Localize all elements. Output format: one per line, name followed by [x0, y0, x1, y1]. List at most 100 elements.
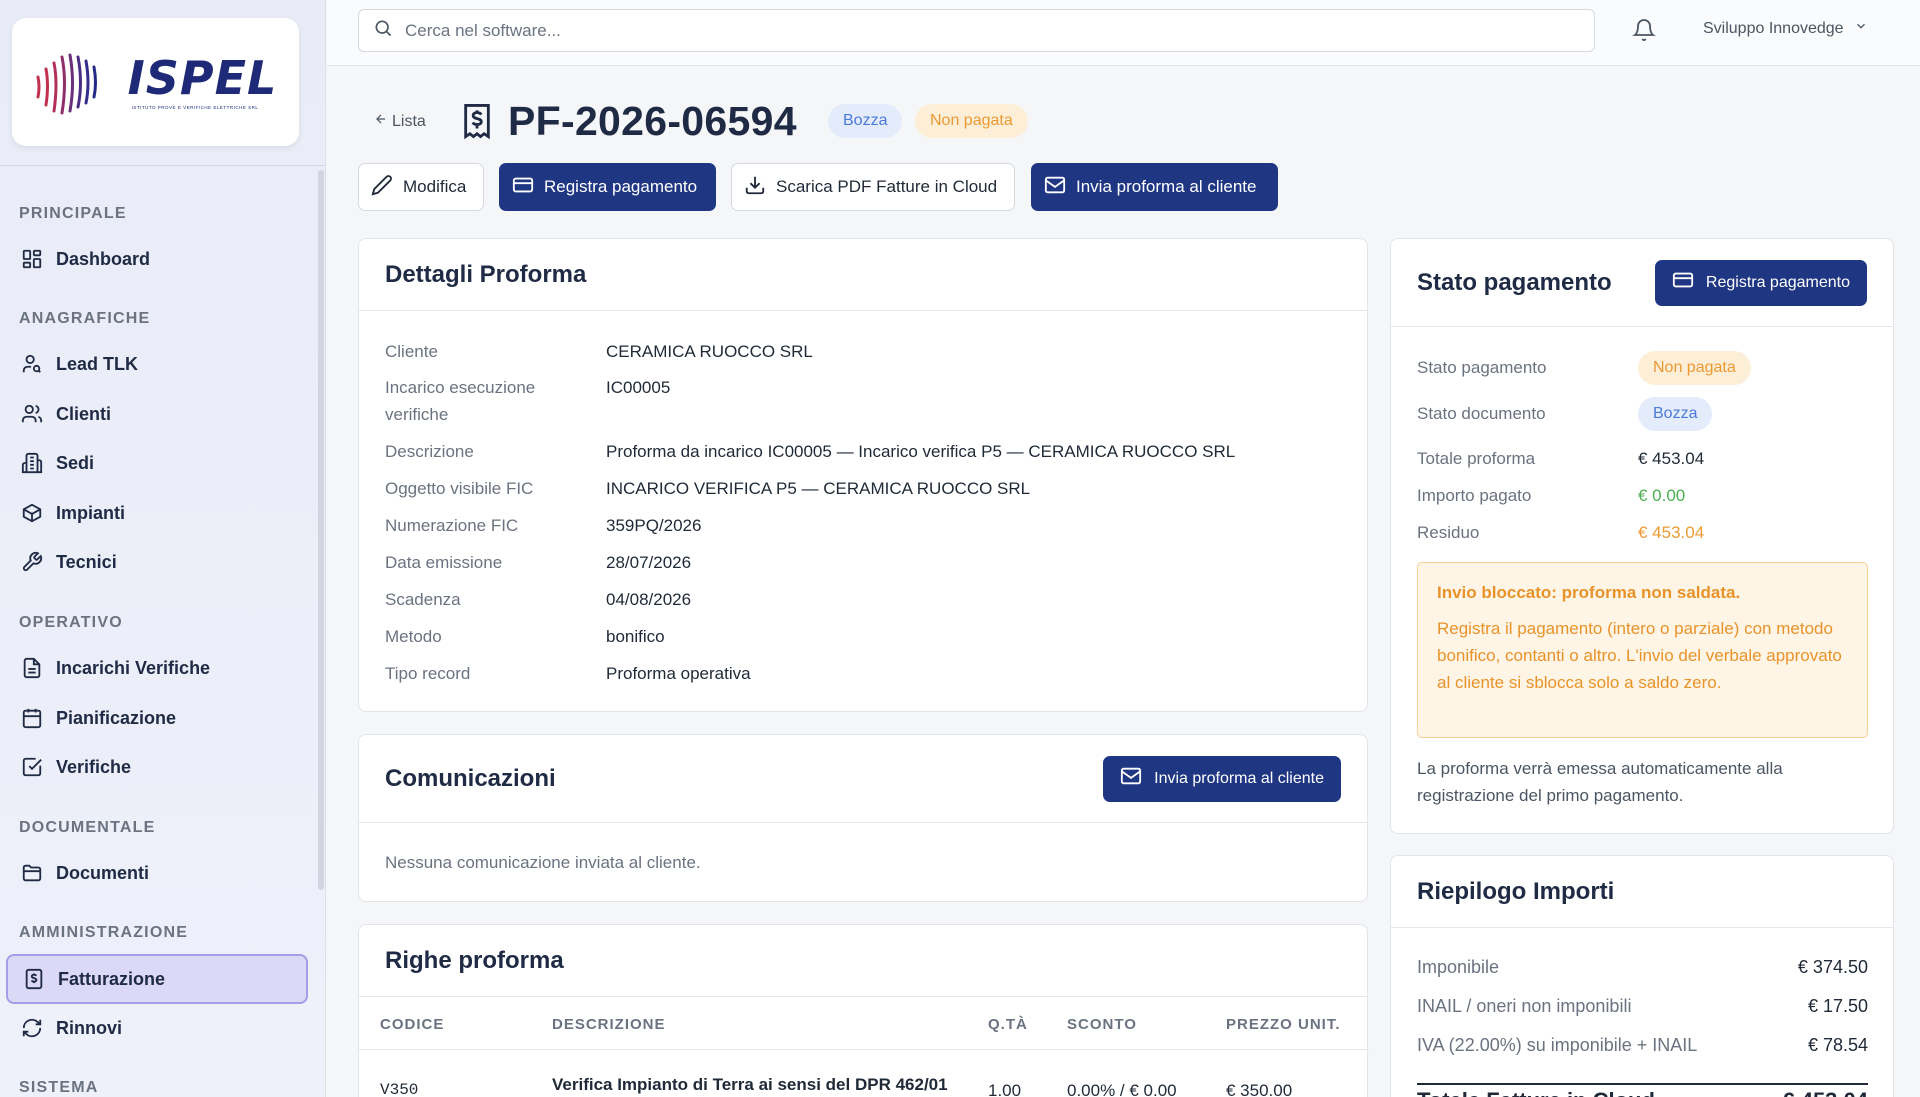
- detail-row: Metodo bonifico: [385, 623, 665, 650]
- sidebar-item-verifiche[interactable]: Verifiche: [6, 743, 308, 791]
- column-header[interactable]: Q.TÀ: [988, 1016, 1028, 1033]
- sidebar: ISPEL ISTITUTO PROVE E VERIFICHE ELETTRI…: [0, 0, 326, 1097]
- summary-title: Riepilogo Importi: [1417, 877, 1615, 905]
- payment-status-title: Stato pagamento: [1417, 268, 1612, 296]
- payment-row: Totale proforma € 453.04: [1417, 449, 1704, 469]
- sidebar-item-rinnovi[interactable]: Rinnovi: [6, 1004, 308, 1052]
- detail-row: Cliente CERAMICA RUOCCO SRL: [385, 338, 813, 365]
- sidebar-item-fatturazione[interactable]: Fatturazione: [6, 954, 308, 1004]
- summary-divider: [1417, 1083, 1868, 1085]
- payment-label: Stato documento: [1417, 404, 1546, 423]
- search-box[interactable]: [358, 9, 1595, 52]
- invoice-icon: [460, 102, 494, 140]
- page-title: PF-2026-06594: [508, 98, 797, 144]
- table-header: CODICE DESCRIZIONE Q.TÀ SCONTO PREZZO UN…: [359, 997, 1369, 1050]
- chevron-down-icon: [1854, 19, 1868, 38]
- table-row[interactable]: V350 Verifica Impianto di Terra ai sensi…: [359, 1051, 1369, 1097]
- sidebar-item-label: Incarichi Verifiche: [56, 657, 211, 678]
- user-search-icon: [21, 353, 43, 375]
- summary-total-row: Totale Fatture in Cloud € 453.04: [1417, 1088, 1868, 1097]
- mail-icon: [1120, 765, 1142, 792]
- search-icon: [373, 18, 393, 43]
- sidebar-item-clienti[interactable]: Clienti: [6, 390, 308, 438]
- detail-label: Incarico esecuzione verifiche: [385, 378, 536, 424]
- file-icon: [21, 657, 43, 679]
- detail-row: Incarico esecuzione verifiche IC00005: [385, 374, 670, 428]
- payment-row: Stato pagamento Non pagata: [1417, 351, 1751, 385]
- paid-value: € 0.00: [1638, 486, 1686, 505]
- nav-section-anagrafiche: ANAGRAFICHE: [19, 310, 151, 327]
- detail-row: Data emissione 28/07/2026: [385, 549, 691, 576]
- sidebar-item-label: Tecnici: [56, 551, 117, 572]
- user-name: Sviluppo Innovedge: [1703, 19, 1844, 37]
- summary-value: € 374.50: [1797, 957, 1868, 977]
- detail-label: Scadenza: [385, 590, 461, 609]
- send-proforma-button[interactable]: Invia proforma al cliente: [1031, 163, 1278, 211]
- status-badge-document: Bozza: [1638, 397, 1713, 431]
- column-header[interactable]: DESCRIZIONE: [552, 1016, 666, 1033]
- payment-note: La proforma verrà emessa automaticamente…: [1417, 759, 1783, 805]
- sidebar-item-pianificazione[interactable]: Pianificazione: [6, 694, 308, 742]
- communications-empty-text: Nessuna comunicazione inviata al cliente…: [385, 853, 701, 872]
- search-input[interactable]: [405, 20, 1555, 41]
- sidebar-item-incarichi-verifiche[interactable]: Incarichi Verifiche: [6, 644, 308, 692]
- detail-value: 359PQ/2026: [606, 516, 702, 535]
- edit-button[interactable]: Modifica: [358, 163, 484, 211]
- details-card: Dettagli Proforma Cliente CERAMICA RUOCCO…: [358, 238, 1368, 712]
- summary-total-value: € 453.04: [1782, 1088, 1868, 1097]
- column-header[interactable]: PREZZO UNIT.: [1226, 1016, 1341, 1033]
- sidebar-item-lead-tlk[interactable]: Lead TLK: [6, 340, 308, 388]
- sidebar-item-dashboard[interactable]: Dashboard: [6, 235, 308, 283]
- user-menu[interactable]: Sviluppo Innovedge: [1703, 19, 1868, 38]
- sidebar-item-label: Pianificazione: [56, 707, 177, 728]
- detail-label: Tipo record: [385, 664, 471, 683]
- status-badge-payment: Non pagata: [1638, 351, 1751, 385]
- nav-section-principale: PRINCIPALE: [19, 205, 127, 222]
- nav-section-sistema: SISTEMA: [19, 1079, 99, 1096]
- register-payment-button[interactable]: Registra pagamento: [499, 163, 716, 211]
- detail-value: Proforma operativa: [606, 664, 751, 683]
- back-link[interactable]: Lista: [374, 112, 426, 131]
- detail-row: Numerazione FIC 359PQ/2026: [385, 512, 701, 539]
- detail-row: Scadenza 04/08/2026: [385, 586, 691, 613]
- sidebar-item-impianti[interactable]: Impianti: [6, 489, 308, 537]
- register-payment-button[interactable]: Registra pagamento: [1654, 259, 1867, 306]
- sidebar-item-label: Documenti: [56, 862, 150, 883]
- sidebar-item-tecnici[interactable]: Tecnici: [6, 538, 308, 586]
- logo-card[interactable]: ISPEL ISTITUTO PROVE E VERIFICHE ELETTRI…: [12, 18, 299, 146]
- payment-label: Totale proforma: [1417, 449, 1536, 468]
- edit-button-label: Modifica: [403, 177, 467, 196]
- download-pdf-button[interactable]: Scarica PDF Fatture in Cloud: [731, 163, 1015, 211]
- sidebar-scrollbar[interactable]: [318, 170, 324, 890]
- arrow-left-icon: [374, 112, 388, 131]
- dashboard-icon: [21, 248, 43, 270]
- summary-card: Riepilogo Importi Imponibile € 374.50 INA…: [1390, 855, 1894, 1097]
- nav-section-amministrazione: AMMINISTRAZIONE: [19, 924, 189, 941]
- sidebar-divider: [0, 165, 326, 166]
- wrench-icon: [21, 551, 43, 573]
- download-pdf-label: Scarica PDF Fatture in Cloud: [776, 177, 998, 196]
- credit-card-icon: [1672, 269, 1694, 296]
- send-proforma-button[interactable]: Invia proforma al cliente: [1103, 755, 1341, 802]
- cell-description: Verifica Impianto di Terra ai sensi del …: [552, 1075, 948, 1094]
- mail-icon: [1044, 174, 1066, 201]
- sidebar-item-label: Verifiche: [56, 756, 132, 777]
- send-proforma-label: Invia proforma al cliente: [1154, 769, 1324, 787]
- register-payment-label: Registra pagamento: [544, 177, 698, 196]
- checkbox-icon: [21, 756, 43, 778]
- users-icon: [21, 403, 43, 425]
- logo-wordmark: ISPEL: [127, 50, 278, 105]
- column-header[interactable]: SCONTO: [1067, 1016, 1137, 1033]
- bell-icon[interactable]: [1632, 18, 1658, 44]
- register-payment-label: Registra pagamento: [1705, 273, 1850, 291]
- sidebar-item-documenti[interactable]: Documenti: [6, 849, 308, 897]
- detail-label: Data emissione: [385, 553, 503, 572]
- nav-section-operativo: OPERATIVO: [19, 614, 123, 631]
- sidebar-item-label: Rinnovi: [56, 1017, 122, 1038]
- detail-row: Tipo record Proforma operativa: [385, 660, 751, 687]
- refresh-icon: [21, 1017, 43, 1039]
- warning-text: Registra il pagamento (intero o parziale…: [1437, 619, 1842, 692]
- column-header[interactable]: CODICE: [380, 1016, 444, 1033]
- summary-row: IVA (22.00%) su imponibile + INAIL € 78.5…: [1417, 1035, 1868, 1056]
- sidebar-item-sedi[interactable]: Sedi: [6, 439, 308, 487]
